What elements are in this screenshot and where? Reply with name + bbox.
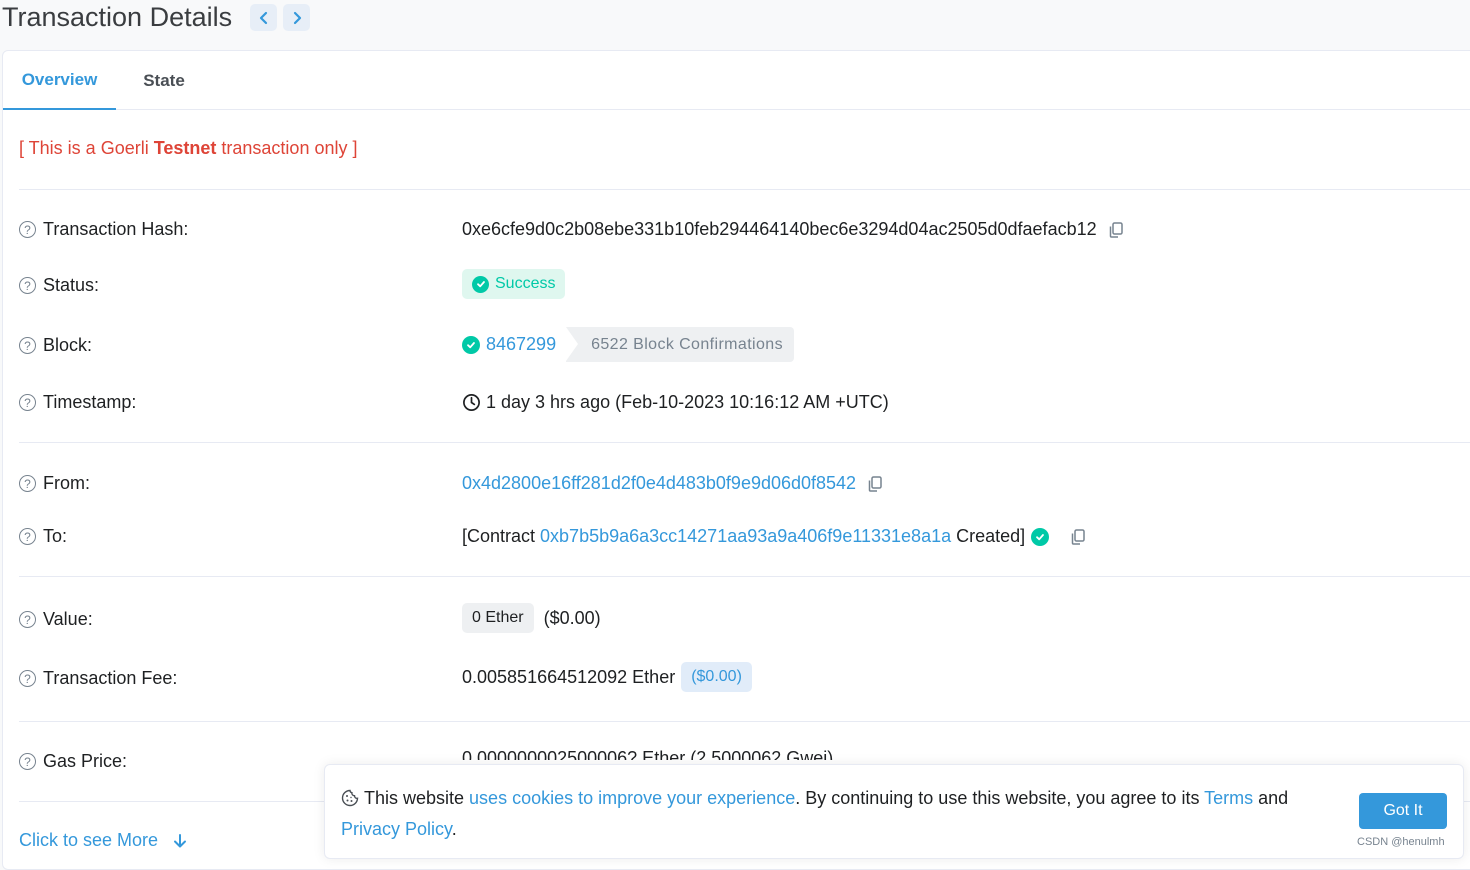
help-icon[interactable]: ? xyxy=(19,753,36,770)
value-status: Success xyxy=(462,269,566,299)
copy-icon[interactable] xyxy=(866,475,884,493)
cookie-text-3: and xyxy=(1253,788,1289,808)
tab-state[interactable]: State xyxy=(116,51,212,110)
status-text: Success xyxy=(495,275,556,292)
testnet-notice: [ This is a Goerli Testnet transaction o… xyxy=(19,138,357,159)
label-text: Transaction Hash: xyxy=(43,219,189,239)
cookie-policy-link[interactable]: uses cookies to improve your experience xyxy=(469,788,795,808)
value-usd: ($0.00) xyxy=(543,607,601,628)
see-more-label: Click to see More xyxy=(19,830,159,850)
fee-amount: 0.005851664512092 Ether xyxy=(462,666,676,687)
divider xyxy=(19,189,1470,190)
notice-prefix: [ This is a Goerli xyxy=(19,138,154,158)
cookie-text-1: This website xyxy=(364,788,470,808)
divider xyxy=(19,442,1470,443)
divider xyxy=(19,576,1470,577)
previous-transaction-button[interactable] xyxy=(250,4,277,31)
contract-address-link[interactable]: 0xb7b5b9a6a3cc14271aa93a9a406f9e11331e8a… xyxy=(540,526,951,547)
transaction-card: Overview State [ This is a Goerli Testne… xyxy=(2,50,1470,870)
clock-icon xyxy=(463,394,480,411)
label-transaction-hash: ? Transaction Hash: xyxy=(19,219,188,240)
cookie-text-4: . xyxy=(451,819,457,839)
check-circle-icon xyxy=(472,275,489,293)
value-gas-price: 0.000000002500006? Ether (2.5000062 Gwei… xyxy=(462,748,833,760)
help-icon[interactable]: ? xyxy=(19,337,36,354)
copy-icon[interactable] xyxy=(1069,528,1087,546)
help-icon[interactable]: ? xyxy=(19,394,36,411)
help-icon[interactable]: ? xyxy=(19,670,36,687)
from-address-link[interactable]: 0x4d2800e16ff281d2f0e4d483b0f9e9d06d0f85… xyxy=(462,473,856,494)
label-text: Gas Price: xyxy=(43,751,128,771)
label-text: Transaction Fee: xyxy=(43,668,178,688)
help-icon[interactable]: ? xyxy=(19,277,36,294)
value-value: 0 Ether ($0.00) xyxy=(462,603,601,633)
label-to: ? To: xyxy=(19,526,67,547)
check-circle-icon xyxy=(462,335,480,354)
value-to: [Contract 0xb7b5b9a6a3cc14271aa93a9a406f… xyxy=(462,526,1087,547)
next-transaction-button[interactable] xyxy=(283,4,310,31)
block-number-link[interactable]: 8467299 xyxy=(486,334,556,355)
cookie-text-2: . By continuing to use this website, you… xyxy=(795,788,1205,808)
notice-bold: Testnet xyxy=(153,138,217,158)
label-status: ? Status: xyxy=(19,275,99,296)
help-icon[interactable]: ? xyxy=(19,221,36,238)
help-icon[interactable]: ? xyxy=(19,611,36,628)
page-title: Transaction Details xyxy=(2,2,233,32)
got-it-button[interactable]: Got It xyxy=(1359,793,1447,829)
label-block: ? Block: xyxy=(19,335,92,356)
block-confirmations-badge: 6522 Block Confirmations xyxy=(566,327,794,362)
cookie-icon xyxy=(341,789,359,807)
label-text: Status: xyxy=(43,275,100,295)
chevron-right-icon xyxy=(293,11,301,24)
divider xyxy=(19,721,1470,722)
fee-usd-badge: ($0.00) xyxy=(681,662,752,692)
transaction-hash: 0xe6cfe9d0c2b08ebe331b10feb294464140bec6… xyxy=(462,219,1097,239)
label-from: ? From: xyxy=(19,473,90,494)
value-transaction-fee: 0.005851664512092 Ether ($0.00) xyxy=(462,662,752,692)
copy-icon[interactable] xyxy=(1107,221,1125,239)
value-timestamp: 1 day 3 hrs ago (Feb-10-2023 10:16:12 AM… xyxy=(462,392,889,413)
notice-suffix: transaction only ] xyxy=(216,138,358,158)
label-value: ? Value: xyxy=(19,609,93,630)
terms-link[interactable]: Terms xyxy=(1204,788,1253,808)
arrow-down-icon xyxy=(174,833,187,847)
label-text: Block: xyxy=(43,335,93,355)
label-text: To: xyxy=(43,526,68,546)
label-text: From: xyxy=(43,473,90,493)
help-icon[interactable]: ? xyxy=(19,475,36,492)
timestamp-text: 1 day 3 hrs ago (Feb-10-2023 10:16:12 AM… xyxy=(486,392,889,412)
watermark: CSDN @henulmh xyxy=(1357,836,1445,848)
label-text: Value: xyxy=(43,609,93,629)
label-gas-price: ? Gas Price: xyxy=(19,751,127,772)
page-header: Transaction Details xyxy=(0,0,1470,48)
cookie-banner: This website uses cookies to improve you… xyxy=(324,764,1464,859)
privacy-policy-link[interactable]: Privacy Policy xyxy=(341,819,452,839)
value-ether-badge: 0 Ether xyxy=(462,603,534,633)
label-text: Timestamp: xyxy=(43,392,137,412)
value-transaction-hash: 0xe6cfe9d0c2b08ebe331b10feb294464140bec6… xyxy=(462,219,1125,240)
value-block: 8467299 6522 Block Confirmations xyxy=(462,327,794,362)
to-suffix: Created] xyxy=(956,526,1026,546)
chevron-left-icon xyxy=(259,11,267,24)
cookie-message: This website uses cookies to improve you… xyxy=(341,783,1331,845)
gas-price-text: 0.000000002500006? Ether (2.5000062 Gwei… xyxy=(462,748,834,760)
label-timestamp: ? Timestamp: xyxy=(19,392,136,413)
value-from: 0x4d2800e16ff281d2f0e4d483b0f9e9d06d0f85… xyxy=(462,473,884,494)
help-icon[interactable]: ? xyxy=(19,528,36,545)
tab-overview[interactable]: Overview xyxy=(3,51,116,110)
to-prefix: [Contract xyxy=(462,526,536,546)
label-transaction-fee: ? Transaction Fee: xyxy=(19,668,177,689)
status-badge: Success xyxy=(462,269,566,299)
see-more-link[interactable]: Click to see More xyxy=(19,830,188,851)
verified-check-icon xyxy=(1031,527,1050,546)
tab-bar: Overview State xyxy=(3,51,1470,110)
